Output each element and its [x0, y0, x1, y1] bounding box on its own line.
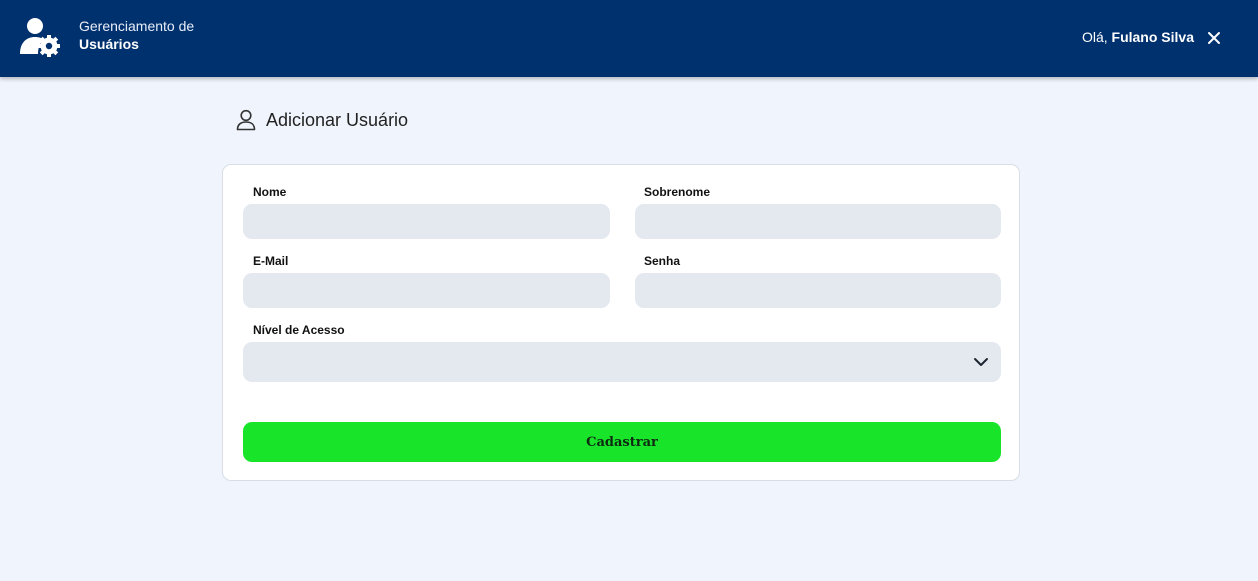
user-name: Fulano Silva — [1111, 29, 1194, 45]
app-title: Gerenciamento de Usuários — [79, 17, 194, 53]
cadastrar-button[interactable]: Cadastrar — [243, 422, 1001, 462]
user-outline-icon — [236, 109, 256, 131]
email-label: E-Mail — [253, 254, 289, 268]
nivel-acesso-label: Nível de Acesso — [253, 323, 345, 337]
app-title-line2: Usuários — [79, 36, 139, 52]
nivel-acesso-select[interactable] — [243, 342, 1001, 382]
chevron-down-icon — [974, 358, 988, 366]
greeting-text: Olá, — [1081, 29, 1108, 45]
top-bar: Gerenciamento de Usuários Olá, Fulano Si… — [0, 0, 1258, 77]
page-title: Adicionar Usuário — [266, 109, 409, 130]
email-input[interactable] — [243, 273, 610, 308]
senha-label: Senha — [644, 254, 681, 268]
senha-input[interactable] — [635, 273, 1001, 308]
user-gear-icon — [20, 18, 60, 57]
sobrenome-input[interactable] — [635, 204, 1001, 239]
sobrenome-label: Sobrenome — [644, 185, 711, 199]
user-greeting: Olá, Fulano Silva — [1082, 29, 1194, 45]
add-user-form: Nome Sobrenome E-Mail Senha Nível de Ace… — [222, 164, 1020, 481]
nome-input[interactable] — [243, 204, 610, 239]
page-heading: Adicionar Usuário — [236, 108, 408, 132]
close-icon[interactable] — [1206, 30, 1222, 46]
app-title-line1: Gerenciamento de — [79, 18, 195, 34]
nome-label: Nome — [253, 185, 287, 199]
